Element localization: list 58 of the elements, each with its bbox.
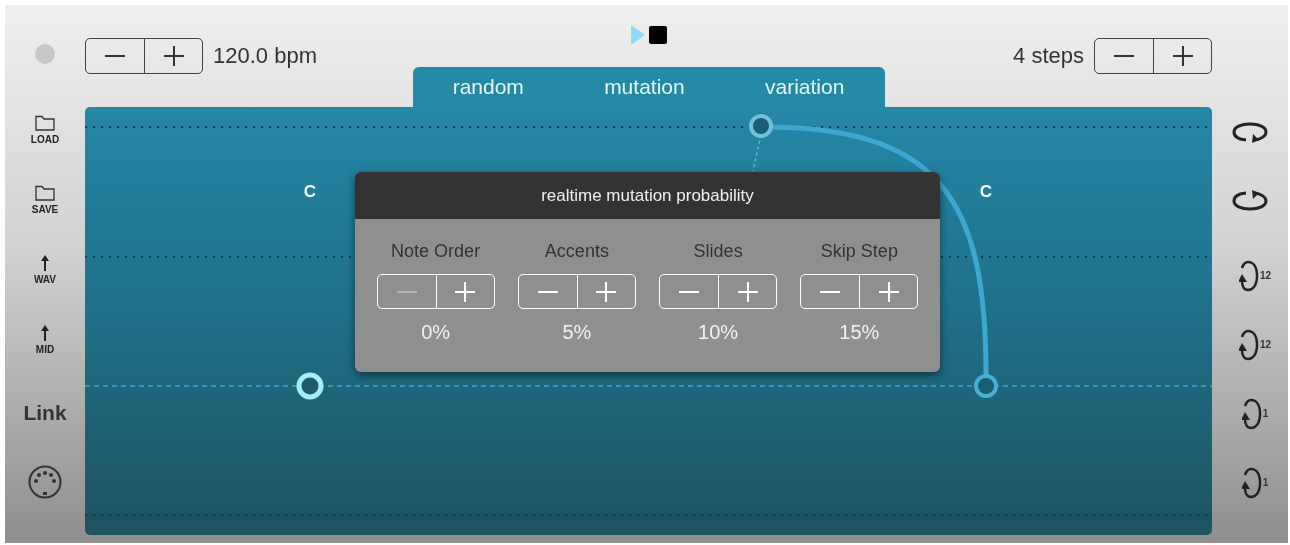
stepper[interactable] — [85, 38, 203, 74]
tab[interactable]: variation — [760, 75, 849, 99]
folder-icon — [35, 184, 55, 201]
repeat-count: 1 — [1262, 477, 1269, 488]
status-dot-icon — [35, 44, 55, 64]
popup-title: realtime mutation probability — [355, 172, 940, 219]
minus-icon — [105, 55, 125, 57]
tab[interactable]: random — [448, 75, 528, 99]
parameter-value: 10% — [698, 321, 739, 344]
minus-icon — [820, 290, 841, 293]
note-node[interactable] — [974, 374, 998, 398]
plus-icon — [737, 281, 758, 302]
plus-icon — [455, 281, 476, 302]
export-button[interactable]: MID — [35, 324, 55, 395]
repeat-count: 12 — [1259, 270, 1272, 281]
parameter-value: 0% — [421, 321, 451, 344]
tab[interactable]: mutation — [600, 75, 689, 99]
repeat-count: 12 — [1259, 339, 1272, 350]
midi-connector-icon — [28, 465, 62, 500]
rotate-button[interactable]: 12 — [1228, 328, 1272, 397]
parameter-label: Accents — [544, 241, 609, 262]
minus-icon — [537, 290, 558, 293]
tempo-value: 120.0 bpm — [213, 43, 317, 69]
rotate-arrow-icon — [1238, 328, 1259, 362]
plus-icon — [163, 46, 184, 66]
parameter-label: Skip Step — [820, 241, 898, 262]
stop-icon[interactable] — [648, 26, 667, 44]
rotate-arrow-icon — [1238, 259, 1259, 293]
note-label: C — [302, 182, 318, 202]
minus-icon — [679, 290, 700, 293]
loop-arrow-icon — [1232, 190, 1268, 212]
rotate-arrow-icon — [1241, 397, 1262, 431]
steps-value: 4 steps — [1013, 43, 1084, 69]
up-arrow-icon — [41, 254, 49, 271]
stepper[interactable] — [1094, 38, 1212, 74]
rotate-arrow-icon — [1241, 466, 1262, 500]
repeat-count: 1 — [1262, 408, 1269, 419]
link-button[interactable]: Link — [23, 394, 67, 466]
folder-icon — [35, 115, 55, 131]
plus-icon — [878, 281, 899, 302]
parameter-label: Note Order — [391, 241, 481, 262]
parameter-value: 15% — [839, 321, 880, 344]
plus-icon — [1172, 46, 1193, 66]
note-label: C — [978, 182, 994, 202]
export-button[interactable]: WAV — [33, 254, 56, 325]
rotate-button[interactable]: 12 — [1228, 259, 1272, 328]
minus-icon — [396, 290, 417, 293]
note-node[interactable] — [749, 114, 773, 138]
minus-icon — [1114, 55, 1134, 57]
folder-button[interactable]: SAVE — [31, 184, 59, 255]
parameter-value: 5% — [562, 321, 592, 344]
parameter-label: Slides — [693, 241, 743, 262]
plus-icon — [596, 281, 617, 302]
loop-arrow-icon — [1232, 121, 1268, 143]
up-arrow-icon — [41, 324, 49, 341]
folder-button[interactable]: LOAD — [30, 115, 60, 185]
rotate-button[interactable]: 1 — [1231, 466, 1269, 535]
rotate-button[interactable]: 1 — [1231, 397, 1269, 466]
